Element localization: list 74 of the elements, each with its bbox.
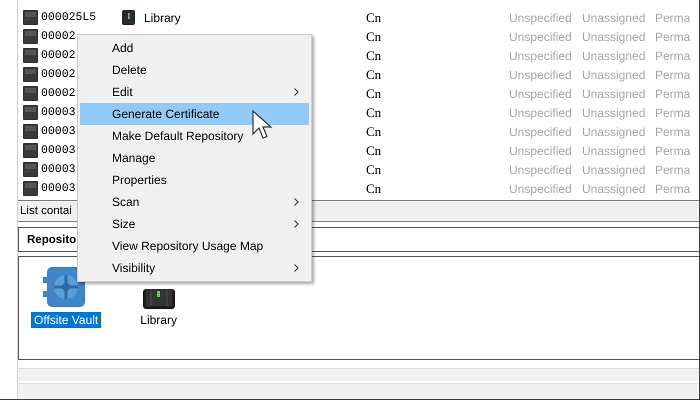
menu-item[interactable]: Visibility [80, 257, 309, 279]
table-cell-text: Cn [366, 48, 382, 64]
tape-icon [23, 29, 38, 44]
tape-icon [23, 143, 38, 158]
tape-icon [23, 10, 38, 25]
table-cell: Perma [655, 30, 690, 44]
library-icon [142, 289, 175, 309]
table-cell: 00002 [41, 30, 76, 43]
table-cell-text: Unassigned [582, 144, 646, 158]
table-cell: Perma [655, 144, 690, 158]
table-cell-text: Cn [366, 66, 382, 82]
table-cell-text: Unspecified [509, 182, 573, 196]
menu-item[interactable]: Manage [80, 147, 309, 169]
tape-icon [23, 105, 38, 120]
table-cell: 000025L5 [41, 11, 96, 24]
tape-icon [23, 162, 38, 177]
table-cell-text: Unassigned [582, 68, 646, 82]
table-cell-text: Unassigned [582, 10, 646, 24]
table-cell: Perma [655, 162, 690, 176]
table-cell: 00003 [41, 163, 76, 176]
tape-icon [23, 48, 38, 63]
table-cell-text: Unassigned [582, 86, 646, 100]
table-cell: 00003 [41, 182, 76, 195]
table-cell-text: Unspecified [509, 86, 573, 100]
table-cell-text: Unspecified [509, 124, 573, 138]
table-cell: 00002 [41, 49, 76, 62]
table-cell-text: Unassigned [582, 182, 646, 196]
table-cell: Perma [655, 86, 690, 100]
table-cell: 00002 [41, 87, 76, 100]
table-cell-text: Unassigned [582, 162, 646, 176]
table-cell: Perma [655, 106, 690, 120]
table-cell-text: Unassigned [582, 48, 646, 62]
table-cell: 00003 [41, 144, 76, 157]
tape-icon [23, 86, 38, 101]
tape-icon [23, 181, 38, 196]
table-cell-text: Unassigned [582, 106, 646, 120]
table-cell-text: Cn [366, 104, 382, 120]
tape-icon [23, 124, 38, 139]
table-cell: Perma [655, 124, 690, 138]
table-cell-text: Cn [366, 28, 382, 44]
table-cell: Perma [655, 10, 690, 24]
table-cell-text: Cn [366, 162, 382, 178]
menu-item[interactable]: Edit [80, 81, 309, 103]
table-cell-text: Unspecified [509, 48, 573, 62]
table-cell-text: Unassigned [582, 124, 646, 138]
library-icon [122, 10, 135, 25]
table-cell: 00003 [41, 125, 76, 138]
table-cell-text: Cn [366, 142, 382, 158]
menu-item[interactable]: Delete [80, 59, 309, 81]
table-cell-text: Unspecified [509, 10, 573, 24]
table-cell: Perma [655, 68, 690, 82]
menu-item[interactable]: Make Default Repository [80, 125, 309, 147]
table-cell: 00003 [41, 106, 76, 119]
table-cell-text: Cn [366, 124, 382, 140]
table-cell-text: Unspecified [509, 106, 573, 120]
table-cell-text: Unassigned [582, 30, 646, 44]
table-cell: 00002 [41, 68, 76, 81]
table-cell: Perma [655, 48, 690, 62]
table-cell-text: Cn [366, 10, 382, 26]
table-cell-text: Unspecified [509, 162, 573, 176]
table-cell-text: Cn [366, 180, 382, 196]
mouse-cursor-icon [252, 110, 274, 140]
table-cell-text: Unspecified [509, 144, 573, 158]
table-cell-text: Cn [366, 86, 382, 102]
tape-icon [23, 67, 38, 82]
table-cell-text: Unspecified [509, 68, 573, 82]
menu-item[interactable]: Properties [80, 169, 309, 191]
repository-label[interactable]: Offsite Vault [31, 312, 102, 328]
table-cell: Library [144, 10, 181, 24]
repository-label[interactable]: Library [137, 312, 180, 328]
menu-item[interactable]: Add [80, 37, 309, 59]
table-cell-text: Unspecified [509, 30, 573, 44]
table-cell: Perma [655, 182, 690, 196]
menu-item[interactable]: Generate Certificate [80, 103, 309, 125]
